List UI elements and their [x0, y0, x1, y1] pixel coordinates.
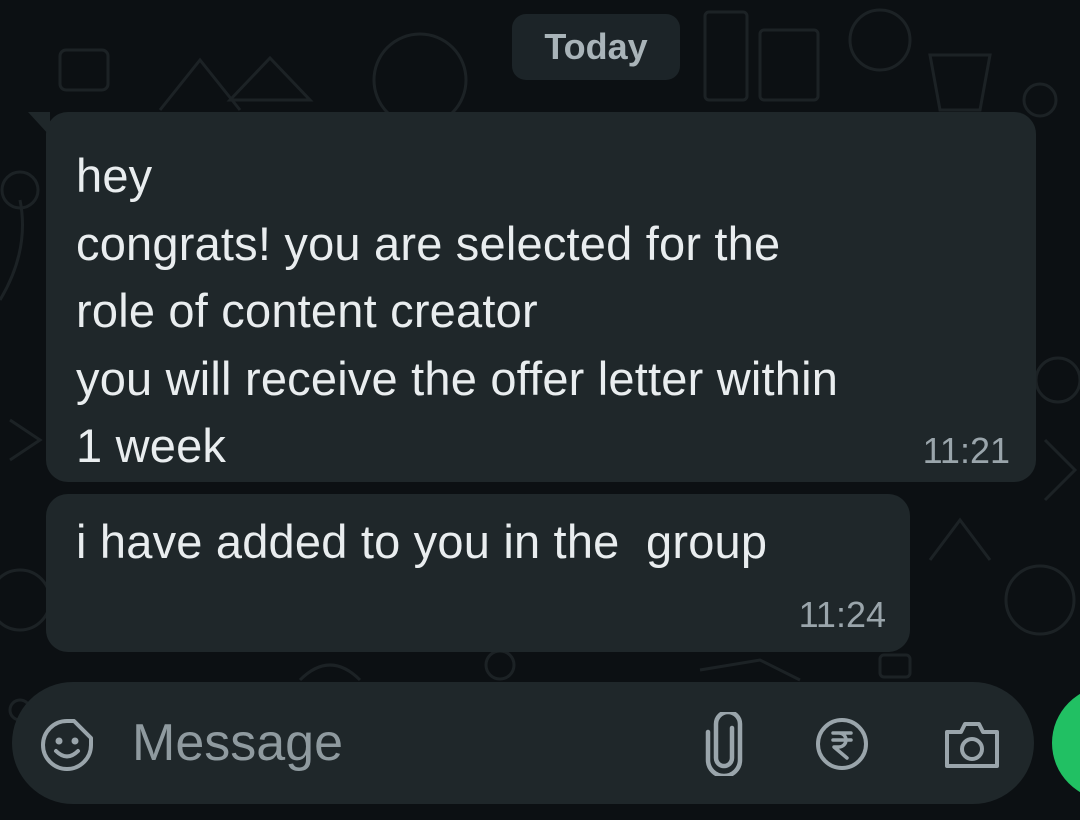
message-timestamp: 11:24 — [798, 594, 886, 635]
date-separator: Today — [512, 14, 680, 80]
message-composer — [12, 682, 1034, 804]
chat-screen: Today hey congrats! you are selected for… — [0, 0, 1080, 820]
message-input[interactable] — [132, 708, 652, 778]
message-timestamp: 11:21 — [922, 430, 1010, 471]
camera-icon[interactable] — [940, 712, 1004, 776]
message-bubble[interactable]: hey congrats! you are selected for the r… — [28, 112, 1036, 482]
message-text: i have added to you in the group — [76, 515, 768, 568]
paperclip-icon[interactable] — [692, 712, 756, 776]
rupee-icon[interactable] — [810, 712, 874, 776]
message-bubble[interactable]: i have added to you in the group 11:24 — [46, 494, 910, 652]
sticker-smiley-icon[interactable] — [38, 716, 96, 774]
message-text: hey congrats! you are selected for the r… — [76, 149, 839, 472]
